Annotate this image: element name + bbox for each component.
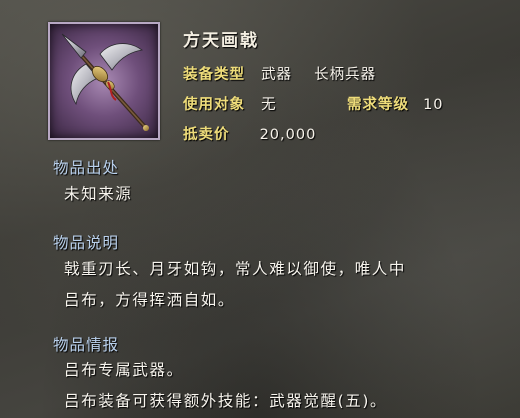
description-line: 戟重刃长、月牙如钩，常人难以御使，唯人中 [64, 260, 407, 278]
equip-type-label: 装备类型 [183, 67, 245, 83]
description-line: 吕布，方得挥洒自如。 [64, 291, 236, 309]
price-label: 抵卖价 [183, 127, 230, 143]
intel-heading: 物品情报 [53, 336, 120, 354]
price-value: 20,000 [259, 127, 317, 143]
intel-line: 吕布专属武器。 [64, 361, 184, 379]
intel-line: 吕布装备可获得额外技能：武器觉醒(五)。 [64, 392, 388, 410]
level-label: 需求等级 [347, 97, 409, 113]
level-value: 10 [423, 97, 444, 113]
description-body: 戟重刃长、月牙如钩，常人难以御使，唯人中 吕布，方得挥洒自如。 [64, 254, 406, 316]
target-label: 使用对象 [183, 97, 245, 113]
halberd-icon [61, 33, 149, 131]
origin-line: 未知来源 [64, 185, 133, 203]
item-icon-frame[interactable] [48, 22, 160, 140]
intel-body: 吕布专属武器。 吕布装备可获得额外技能：武器觉醒(五)。 [64, 355, 387, 417]
level-row: 需求等级 10 [347, 93, 444, 114]
item-name: 方天画戟 [183, 31, 259, 51]
description-heading: 物品说明 [53, 234, 120, 252]
price-row: 抵卖价 20,000 [183, 123, 316, 144]
origin-heading: 物品出处 [53, 159, 120, 177]
target-row: 使用对象 无 [183, 93, 277, 114]
item-tooltip-panel: 方天画戟 装备类型 武器 长柄兵器 使用对象 无 需求等级 10 抵卖价 20,… [0, 0, 520, 418]
origin-body: 未知来源 [64, 179, 132, 210]
equip-type-value: 武器 [261, 67, 293, 83]
equip-subtype-value: 长柄兵器 [314, 67, 377, 83]
target-value: 无 [261, 97, 277, 113]
equip-type-row: 装备类型 武器 长柄兵器 [183, 63, 376, 84]
